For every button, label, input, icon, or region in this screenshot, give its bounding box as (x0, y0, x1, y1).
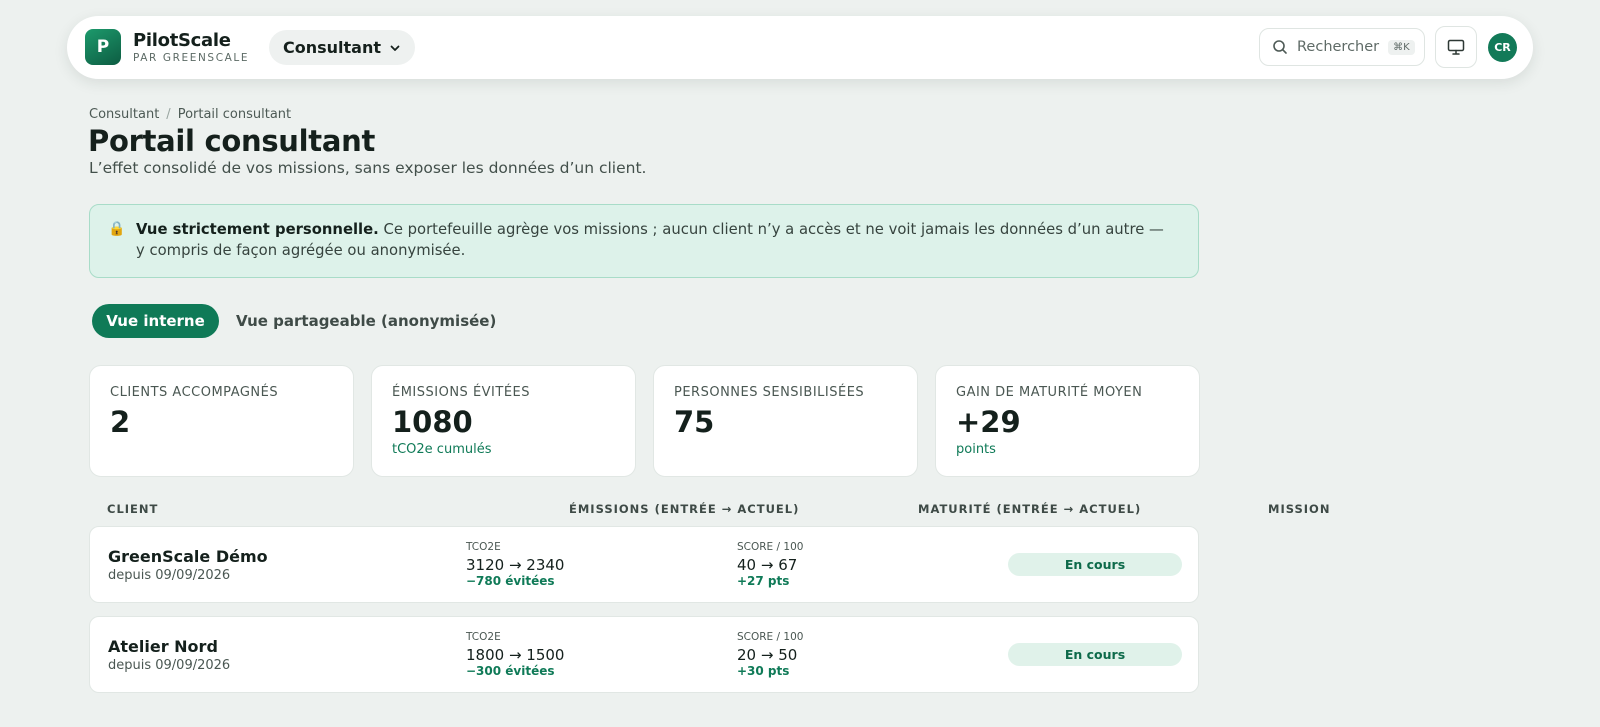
status-badge: En cours (1008, 553, 1182, 576)
stat-value: 1080 (392, 405, 473, 439)
app-name: PilotScale (133, 30, 231, 51)
stat-card-maturity: GAIN DE MATURITÉ MOYEN +29 points (935, 365, 1200, 477)
breadcrumb-item-current: Portail consultant (177, 107, 292, 122)
table-row[interactable]: GreenScale Démo depuis 09/09/2026 TCO2E … (89, 526, 1199, 603)
maturity-value: 20 → 50 (737, 646, 798, 664)
client-name: GreenScale Démo (108, 547, 268, 566)
maturity-delta: +30 pts (737, 664, 790, 678)
stat-label: GAIN DE MATURITÉ MOYEN (956, 385, 1143, 400)
page-title: Portail consultant (88, 124, 376, 158)
table-row[interactable]: Atelier Nord depuis 09/09/2026 TCO2E 180… (89, 616, 1199, 693)
column-header-client: CLIENT (107, 502, 159, 516)
stat-value: +29 (956, 405, 1021, 439)
user-avatar[interactable]: CR (1488, 33, 1517, 62)
privacy-notice-text: Vue strictement personnelle. Ce portefeu… (136, 219, 1176, 261)
stat-card-clients: CLIENTS ACCOMPAGNÉS 2 (89, 365, 354, 477)
stat-label: ÉMISSIONS ÉVITÉES (392, 385, 531, 400)
emissions-delta: −780 évitées (466, 574, 555, 588)
stat-value: 75 (674, 405, 715, 439)
stat-unit: tCO2e cumulés (392, 442, 492, 457)
search-icon (1273, 40, 1287, 54)
stat-label: CLIENTS ACCOMPAGNÉS (110, 385, 279, 400)
top-bar: P PilotScale PAR GREENSCALE Consultant R… (67, 16, 1533, 79)
emissions-delta: −300 évitées (466, 664, 555, 678)
tab-shareable-view[interactable]: Vue partageable (anonymisée) (236, 304, 496, 338)
client-since: depuis 09/09/2026 (108, 658, 231, 673)
stat-unit: points (956, 442, 996, 457)
role-selector[interactable]: Consultant (269, 30, 416, 65)
client-name: Atelier Nord (108, 637, 218, 656)
page-subtitle: L’effet consolidé de vos missions, sans … (89, 159, 647, 177)
search-shortcut: ⌘K (1388, 39, 1415, 55)
emissions-label: TCO2E (466, 631, 501, 643)
stat-card-people: PERSONNES SENSIBILISÉES 75 (653, 365, 918, 477)
stat-value: 2 (110, 405, 131, 439)
breadcrumb: Consultant / Portail consultant (89, 107, 291, 122)
search-box[interactable]: Rechercher ⌘K (1259, 28, 1425, 66)
client-since: depuis 09/09/2026 (108, 568, 231, 583)
lock-icon: 🔒 (108, 221, 126, 237)
chevron-down-icon (390, 45, 400, 51)
privacy-notice-title: Vue strictement personnelle. (136, 221, 379, 238)
breadcrumb-separator: / (166, 107, 171, 122)
stat-label: PERSONNES SENSIBILISÉES (674, 385, 865, 400)
role-selector-label: Consultant (283, 38, 382, 57)
maturity-value: 40 → 67 (737, 556, 798, 574)
emissions-value: 3120 → 2340 (466, 556, 565, 574)
breadcrumb-item-consultant[interactable]: Consultant (89, 107, 159, 122)
privacy-notice: 🔒 Vue strictement personnelle. Ce portef… (89, 204, 1199, 278)
monitor-icon (1447, 39, 1465, 55)
tab-internal-view[interactable]: Vue interne (92, 304, 219, 338)
maturity-label: SCORE / 100 (737, 541, 804, 553)
column-header-maturity: MATURITÉ (ENTRÉE → ACTUEL) (918, 502, 1142, 516)
stat-card-emissions: ÉMISSIONS ÉVITÉES 1080 tCO2e cumulés (371, 365, 636, 477)
column-header-mission: MISSION (1268, 502, 1331, 516)
app-subtitle: PAR GREENSCALE (133, 52, 250, 64)
display-mode-button[interactable] (1435, 26, 1477, 68)
search-placeholder: Rechercher (1297, 39, 1380, 55)
app-logo[interactable]: P (85, 29, 121, 65)
status-badge: En cours (1008, 643, 1182, 666)
emissions-value: 1800 → 1500 (466, 646, 565, 664)
maturity-delta: +27 pts (737, 574, 790, 588)
column-header-emissions: ÉMISSIONS (ENTRÉE → ACTUEL) (569, 502, 800, 516)
emissions-label: TCO2E (466, 541, 501, 553)
maturity-label: SCORE / 100 (737, 631, 804, 643)
